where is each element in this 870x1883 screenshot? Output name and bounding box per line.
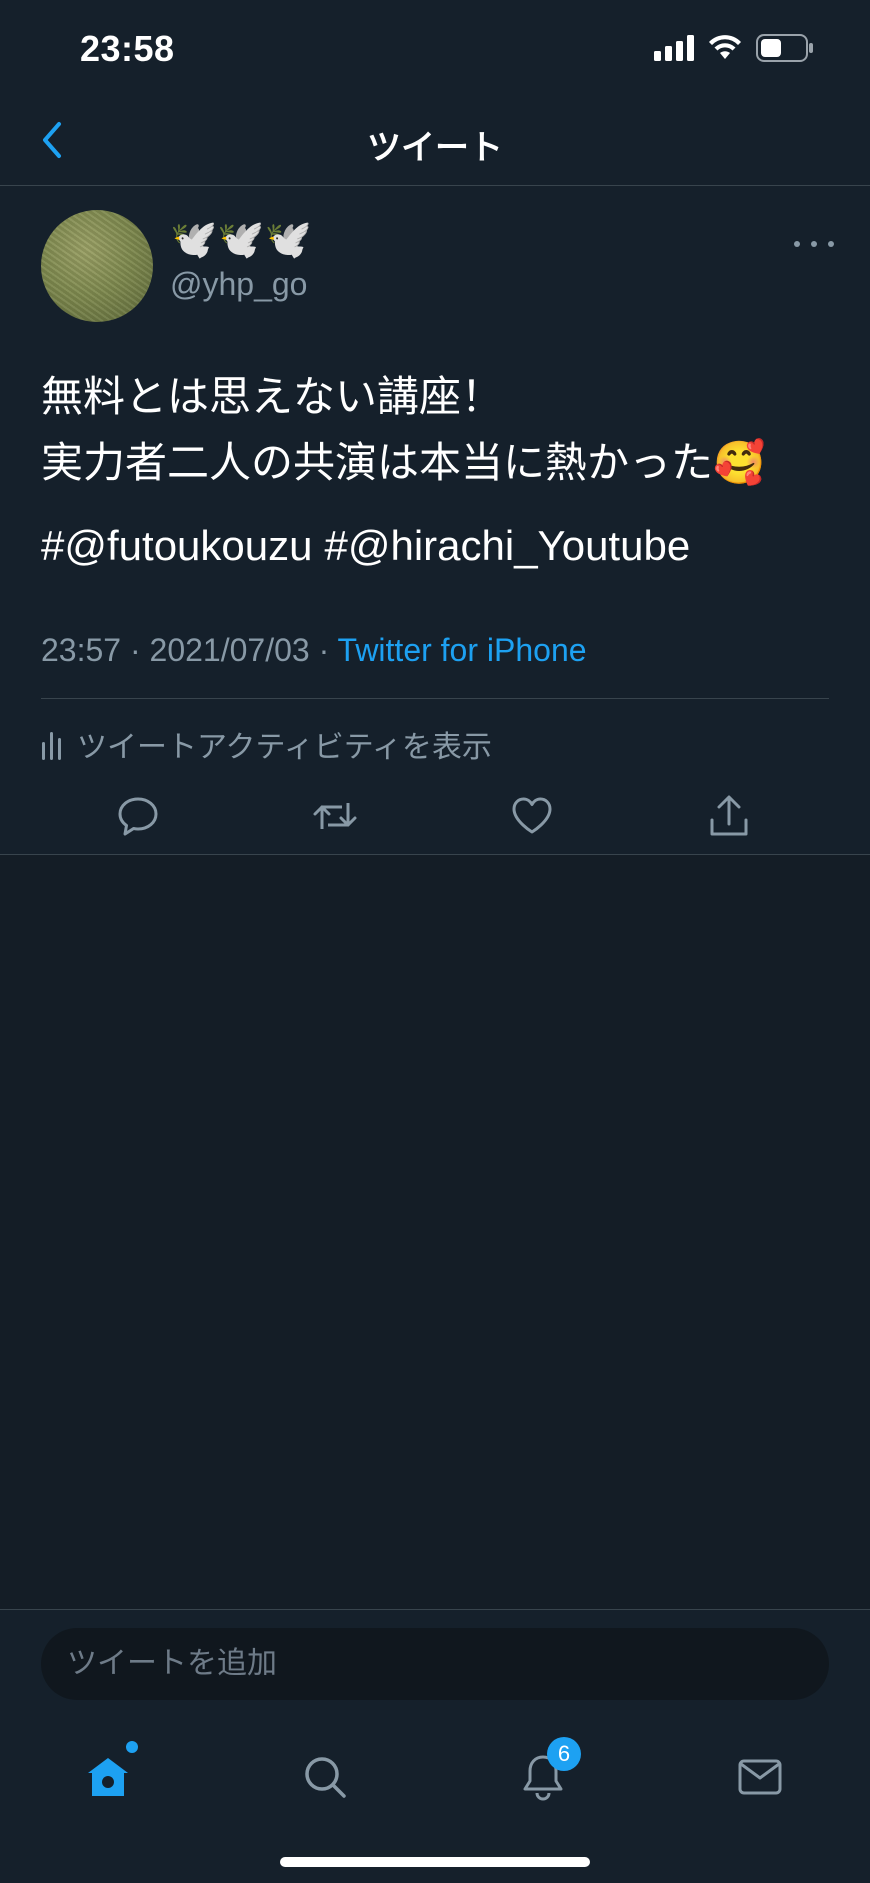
tweet-time: 23:57 (41, 632, 122, 668)
tweet-activity-link[interactable]: ツイートアクティビティを表示 (41, 722, 492, 766)
more-options-button[interactable] (794, 234, 834, 254)
reply-icon (118, 797, 158, 836)
retweet-button[interactable] (305, 786, 365, 846)
mail-icon (738, 1759, 782, 1795)
meta-separator: · (129, 632, 141, 668)
signal-icon (654, 35, 694, 61)
tweet-text: 無料とは思えない講座！ 実力者二人の共演は本当に熱かった🥰 (41, 364, 841, 496)
display-name[interactable]: 🕊️🕊️🕊️ (170, 218, 312, 262)
tab-search[interactable] (285, 1737, 365, 1817)
hashtag-link[interactable]: #@hirachi_Youtube (324, 522, 690, 569)
tweet-actions (0, 786, 870, 846)
meta-separator: · (318, 632, 330, 668)
tweet-detail: 🕊️🕊️🕊️ @yhp_go 無料とは思えない講座！ 実力者二人の共演は本当に熱… (0, 186, 870, 855)
status-bar: 23:58 (0, 0, 870, 100)
heart-icon (512, 797, 552, 834)
more-horizontal-icon (794, 241, 800, 247)
status-icons (654, 34, 814, 62)
battery-icon (756, 34, 813, 62)
like-button[interactable] (502, 786, 562, 846)
hashtag-link[interactable]: #@futoukouzu (41, 522, 312, 569)
reply-bar (0, 1609, 870, 1716)
tab-messages[interactable] (720, 1737, 800, 1817)
wifi-icon (709, 35, 741, 59)
tweet-text-line: 実力者二人の共演は本当に熱かった🥰 (41, 439, 766, 486)
retweet-icon (313, 803, 357, 829)
tab-notifications[interactable]: 6 (503, 1737, 583, 1817)
user-handle[interactable]: @yhp_go (170, 266, 307, 303)
reply-button[interactable] (108, 786, 168, 846)
share-button[interactable] (699, 786, 759, 846)
status-time: 23:58 (80, 28, 175, 69)
page-title: ツイート (367, 129, 503, 167)
share-icon (710, 795, 748, 836)
tab-home[interactable] (68, 1737, 148, 1817)
divider (41, 698, 829, 699)
reply-input[interactable] (41, 1628, 829, 1700)
tweet-meta: 23:57 · 2021/07/03 · Twitter for iPhone (41, 632, 587, 669)
home-new-dot (126, 1741, 138, 1753)
search-icon (305, 1757, 346, 1798)
tweet-source-link[interactable]: Twitter for iPhone (338, 632, 587, 668)
home-indicator (280, 1857, 590, 1867)
hashtags: #@futoukouzu #@hirachi_Youtube (41, 522, 702, 570)
home-icon (88, 1758, 128, 1796)
notifications-badge: 6 (547, 1737, 581, 1771)
tweet-text-line: 無料とは思えない講座！ (41, 373, 504, 420)
tweet-date: 2021/07/03 (149, 632, 310, 668)
analytics-icon (42, 732, 61, 760)
avatar[interactable] (41, 210, 153, 322)
nav-header: ツイート (0, 100, 870, 186)
activity-label: ツイートアクティビティを表示 (77, 731, 492, 764)
